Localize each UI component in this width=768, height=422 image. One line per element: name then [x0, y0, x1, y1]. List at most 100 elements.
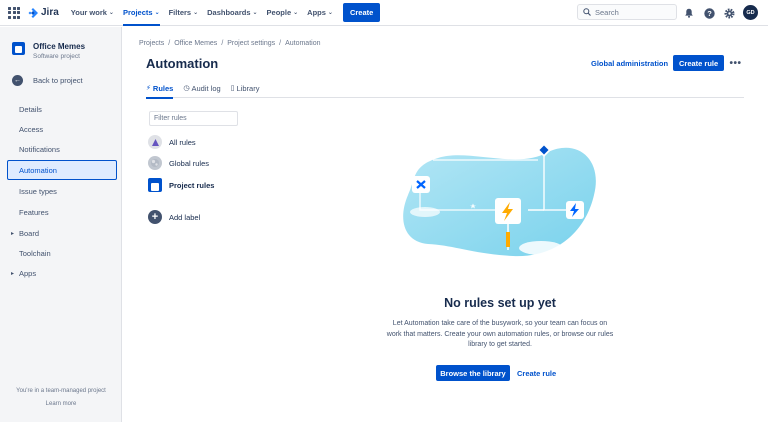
nav-projects[interactable]: Projects ⌄: [122, 0, 160, 26]
plus-icon: +: [148, 210, 162, 224]
sidebar-item-label: Toolchain: [19, 248, 51, 258]
nav-label: Dashboards: [207, 8, 251, 17]
automation-tabs: ⚡ Rules ◷ Audit log ▯ Library: [146, 82, 744, 99]
chevron-down-icon: ⌄: [327, 10, 333, 16]
back-label: Back to project: [33, 76, 83, 85]
search-icon: [583, 8, 591, 16]
team-managed-note: You're in a team-managed project: [16, 388, 106, 394]
sidebar-item-automation[interactable]: Automation: [7, 160, 117, 180]
sidebar-item-notifications[interactable]: Notifications: [7, 139, 117, 159]
sidebar-item-label: Details: [19, 104, 42, 114]
project-avatar-icon: [12, 42, 25, 55]
more-actions-icon[interactable]: •••: [727, 55, 744, 71]
sidebar-item-label: Notifications: [19, 144, 60, 154]
book-icon: ▯: [230, 85, 235, 92]
breadcrumb-separator: /: [168, 40, 171, 47]
create-button[interactable]: Create: [342, 3, 381, 22]
rule-group-label: Project rules: [169, 180, 215, 190]
sidebar-item-label: Access: [19, 124, 44, 134]
project-type: Software project: [33, 53, 80, 60]
clock-icon: ◷: [183, 85, 190, 92]
project-header: Office Memes Software project: [12, 42, 85, 60]
empty-state-description: Let Automation take care of the busywork…: [386, 320, 614, 348]
chevron-down-icon: ⌄: [293, 10, 299, 16]
all-rules-icon: [148, 135, 162, 149]
rule-group-label: Global rules: [169, 158, 210, 168]
search-placeholder: Search: [595, 7, 619, 17]
user-avatar[interactable]: GD: [743, 5, 758, 20]
chevron-down-icon: ⌄: [193, 10, 199, 16]
sidebar-item-features[interactable]: Features: [7, 202, 117, 222]
jira-logo[interactable]: Jira: [28, 7, 59, 18]
tab-library[interactable]: ▯ Library: [231, 82, 260, 98]
nav-label: Filters: [168, 8, 192, 17]
chevron-down-icon: ⌄: [108, 10, 114, 16]
empty-state-title: No rules set up yet: [444, 296, 556, 310]
breadcrumb-project[interactable]: Office Memes: [174, 40, 217, 47]
create-rule-link[interactable]: Create rule: [512, 365, 561, 381]
app-switcher-icon[interactable]: [8, 6, 20, 19]
nav-filters[interactable]: Filters ⌄: [169, 0, 199, 26]
chevron-right-icon: ▸: [11, 270, 15, 277]
search-input[interactable]: Search: [577, 4, 677, 20]
nav-label: People: [266, 8, 292, 17]
tab-label: Audit log: [191, 84, 221, 93]
rule-group-label: All rules: [169, 137, 196, 147]
help-icon[interactable]: ?: [703, 7, 715, 19]
breadcrumb-projects[interactable]: Projects: [139, 40, 164, 47]
sidebar-item-label: Board: [19, 228, 40, 238]
create-rule-button[interactable]: Create rule: [673, 55, 725, 71]
nav-dashboards[interactable]: Dashboards ⌄: [207, 0, 257, 26]
global-administration-button[interactable]: Global administration: [585, 55, 674, 71]
sidebar-item-toolchain[interactable]: Toolchain: [7, 243, 117, 263]
sidebar-item-details[interactable]: Details: [7, 99, 117, 119]
add-label-text: Add label: [169, 212, 201, 222]
breadcrumb-settings[interactable]: Project settings: [227, 40, 275, 47]
settings-gear-icon[interactable]: [723, 7, 735, 19]
logo-text: Jira: [41, 7, 59, 18]
sidebar-item-label: Apps: [19, 268, 37, 278]
nav-people[interactable]: People ⌄: [267, 0, 299, 26]
notifications-icon[interactable]: [683, 7, 695, 19]
jira-icon: [28, 7, 38, 18]
project-name: Office Memes: [33, 42, 86, 51]
project-icon: [148, 178, 162, 192]
nav-label: Projects: [122, 8, 153, 17]
sidebar-item-board[interactable]: ▸ Board: [7, 223, 117, 243]
tab-rules[interactable]: ⚡ Rules: [146, 82, 174, 99]
project-sidebar: Office Memes Software project ← Back to …: [0, 27, 122, 422]
chevron-right-icon: ▸: [11, 230, 15, 237]
sidebar-item-issue-types[interactable]: Issue types: [7, 181, 117, 201]
lightning-icon: ⚡: [146, 85, 151, 92]
globe-icon: [148, 156, 162, 170]
rule-group-project[interactable]: Project rules: [148, 178, 214, 192]
arrow-left-icon: ←: [12, 75, 23, 86]
tab-audit-log[interactable]: ◷ Audit log: [183, 82, 220, 98]
svg-text:?: ?: [707, 9, 712, 18]
tab-label: Library: [236, 84, 260, 93]
nav-label: Your work: [70, 8, 107, 17]
sidebar-item-access[interactable]: Access: [7, 119, 117, 139]
back-to-project-link[interactable]: ← Back to project: [12, 75, 83, 86]
filter-rules-input[interactable]: Filter rules: [149, 111, 238, 126]
nav-your-work[interactable]: Your work ⌄: [71, 0, 114, 26]
breadcrumb-separator: /: [221, 40, 224, 47]
rule-group-all[interactable]: All rules: [148, 135, 196, 149]
sidebar-item-label: Issue types: [19, 186, 57, 196]
breadcrumb-automation[interactable]: Automation: [285, 40, 320, 47]
tab-label: Rules: [152, 84, 174, 93]
nav-label: Apps: [307, 8, 326, 17]
automation-illustration: [403, 143, 596, 257]
sidebar-item-apps[interactable]: ▸ Apps: [7, 263, 117, 283]
browse-library-button[interactable]: Browse the library: [436, 365, 510, 381]
chevron-down-icon: ⌄: [252, 10, 258, 16]
breadcrumb-separator: /: [279, 40, 282, 47]
rule-group-global[interactable]: Global rules: [148, 156, 209, 170]
add-label-button[interactable]: + Add label: [148, 210, 200, 224]
nav-apps[interactable]: Apps ⌄: [307, 0, 333, 26]
page-title: Automation: [146, 56, 219, 71]
sidebar-item-label: Features: [19, 207, 49, 217]
breadcrumb: Projects / Office Memes / Project settings…: [139, 40, 321, 47]
sidebar-item-label: Automation: [19, 165, 57, 175]
learn-more-link[interactable]: Learn more: [0, 401, 122, 407]
